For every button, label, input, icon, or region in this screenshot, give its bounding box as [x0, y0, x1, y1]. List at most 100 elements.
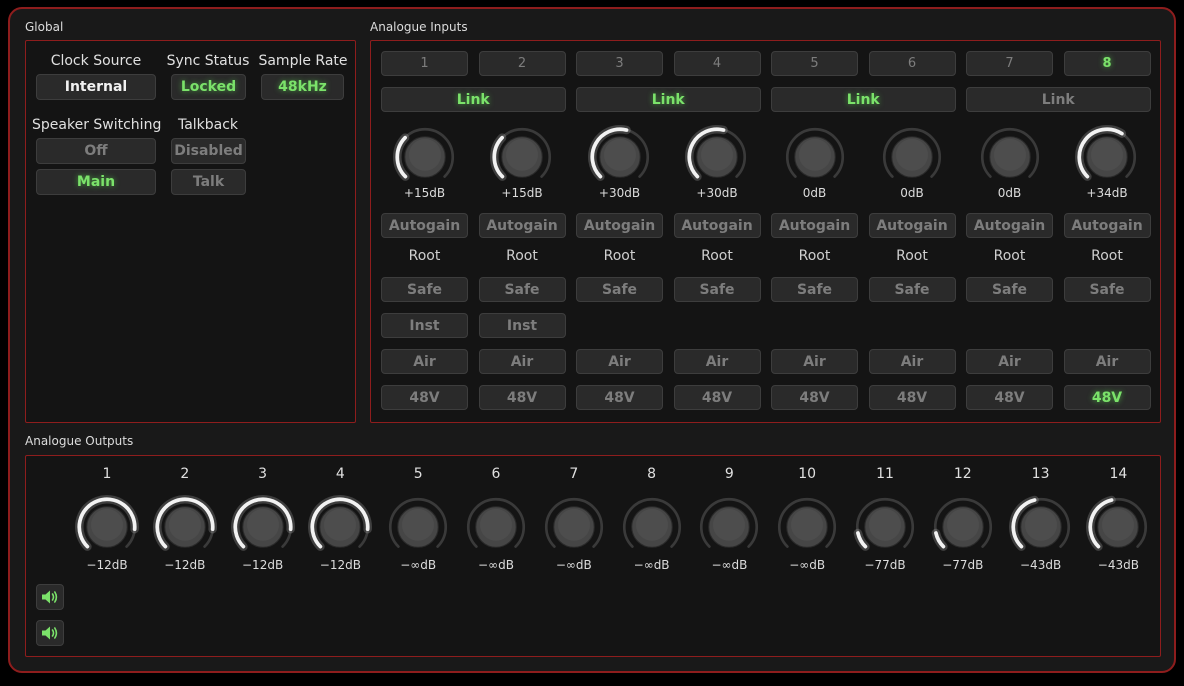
output-volume-knob-4[interactable] [308, 495, 373, 559]
safe-button[interactable]: Safe [381, 277, 468, 302]
link-channels-7-8-button[interactable]: Link [966, 87, 1151, 112]
output-volume-knob-5[interactable] [386, 495, 450, 559]
volume-knob-icon[interactable] [853, 495, 917, 559]
talkback-disabled-button[interactable]: Disabled [171, 138, 246, 164]
clock-source-button[interactable]: Internal [36, 74, 156, 100]
air-button[interactable]: Air [381, 349, 468, 374]
gain-knob-icon[interactable] [685, 125, 749, 189]
knob-highlight [896, 138, 928, 171]
gain-knob-icon[interactable] [880, 125, 944, 189]
speaker-mute-button-2[interactable] [36, 620, 64, 646]
output-volume-knob-10[interactable] [775, 495, 839, 559]
autogain-button[interactable]: Autogain [576, 213, 663, 238]
inst-button[interactable]: Inst [478, 313, 566, 338]
volume-knob-icon[interactable] [542, 495, 606, 559]
output-volume-knob-14[interactable] [1086, 495, 1150, 559]
gain-knob-icon[interactable] [587, 125, 652, 189]
output-volume-knob-13[interactable] [1008, 495, 1073, 559]
air-button[interactable]: Air [478, 349, 566, 374]
phantom-48v-button[interactable]: 48V [381, 385, 468, 410]
volume-knob-icon[interactable] [230, 495, 295, 559]
phantom-48v-button[interactable]: 48V [673, 385, 761, 410]
gain-knob-icon[interactable] [392, 125, 457, 189]
autogain-button[interactable]: Autogain [966, 213, 1053, 238]
volume-knob-icon[interactable] [1008, 495, 1073, 559]
talkback-talk-button[interactable]: Talk [171, 169, 246, 195]
input-gain-knob-7[interactable] [978, 125, 1042, 189]
output-volume-knob-7[interactable] [542, 495, 606, 559]
input-channel-4-select[interactable]: 4 [673, 51, 761, 76]
phantom-48v-button[interactable]: 48V [1063, 385, 1151, 410]
autogain-button[interactable]: Autogain [868, 213, 956, 238]
input-channel-5-select[interactable]: 5 [771, 51, 858, 76]
autogain-button[interactable]: Autogain [771, 213, 858, 238]
gain-knob-icon[interactable] [783, 125, 847, 189]
output-volume-knob-1[interactable] [75, 495, 139, 559]
volume-knob-icon[interactable] [931, 495, 995, 559]
volume-knob-icon[interactable] [775, 495, 839, 559]
gain-knob-icon[interactable] [1075, 125, 1139, 189]
output-volume-knob-2[interactable] [152, 495, 217, 559]
volume-knob-icon[interactable] [620, 495, 684, 559]
link-channels-1-2-button[interactable]: Link [381, 87, 566, 112]
safe-button[interactable]: Safe [868, 277, 956, 302]
input-gain-knob-4[interactable] [685, 125, 749, 189]
phantom-48v-button[interactable]: 48V [576, 385, 663, 410]
safe-button[interactable]: Safe [478, 277, 566, 302]
output-volume-value: −77dB [942, 558, 984, 572]
volume-knob-icon[interactable] [152, 495, 217, 559]
input-channel-6-select[interactable]: 6 [868, 51, 956, 76]
input-channel-7-select[interactable]: 7 [966, 51, 1053, 76]
input-gain-knob-8[interactable] [1075, 125, 1139, 189]
input-channel-2-select[interactable]: 2 [478, 51, 566, 76]
output-volume-knob-6[interactable] [464, 495, 528, 559]
input-channel-8-select[interactable]: 8 [1063, 51, 1151, 76]
autogain-button[interactable]: Autogain [478, 213, 566, 238]
safe-button[interactable]: Safe [771, 277, 858, 302]
output-volume-knob-12[interactable] [931, 495, 995, 559]
phantom-48v-button[interactable]: 48V [966, 385, 1053, 410]
air-button[interactable]: Air [966, 349, 1053, 374]
speaker-mute-button-1[interactable] [36, 584, 64, 610]
safe-button[interactable]: Safe [966, 277, 1053, 302]
output-volume-knob-3[interactable] [230, 495, 295, 559]
input-channel-1-select[interactable]: 1 [381, 51, 468, 76]
autogain-button[interactable]: Autogain [381, 213, 468, 238]
output-volume-knob-8[interactable] [620, 495, 684, 559]
air-button[interactable]: Air [868, 349, 956, 374]
safe-button[interactable]: Safe [576, 277, 663, 302]
volume-knob-icon[interactable] [1086, 495, 1150, 559]
speaker-main-button[interactable]: Main [36, 169, 156, 195]
gain-knob-icon[interactable] [978, 125, 1042, 189]
output-volume-knob-11[interactable] [853, 495, 917, 559]
air-button[interactable]: Air [771, 349, 858, 374]
input-channel-3-select[interactable]: 3 [576, 51, 663, 76]
phantom-48v-button[interactable]: 48V [868, 385, 956, 410]
link-channels-5-6-button[interactable]: Link [771, 87, 956, 112]
input-gain-knob-3[interactable] [587, 125, 652, 189]
volume-knob-icon[interactable] [308, 495, 373, 559]
volume-knob-icon[interactable] [697, 495, 761, 559]
volume-knob-icon[interactable] [75, 495, 139, 559]
input-gain-knob-5[interactable] [783, 125, 847, 189]
speaker-off-button[interactable]: Off [36, 138, 156, 164]
air-button[interactable]: Air [673, 349, 761, 374]
safe-button[interactable]: Safe [1063, 277, 1151, 302]
input-gain-knob-6[interactable] [880, 125, 944, 189]
phantom-48v-button[interactable]: 48V [478, 385, 566, 410]
volume-knob-icon[interactable] [386, 495, 450, 559]
autogain-button[interactable]: Autogain [1063, 213, 1151, 238]
input-gain-knob-2[interactable] [490, 125, 554, 189]
air-button[interactable]: Air [1063, 349, 1151, 374]
gain-knob-icon[interactable] [490, 125, 554, 189]
inst-button[interactable]: Inst [381, 313, 468, 338]
link-channels-3-4-button[interactable]: Link [576, 87, 761, 112]
air-button[interactable]: Air [576, 349, 663, 374]
phantom-48v-button[interactable]: 48V [771, 385, 858, 410]
input-gain-knob-1[interactable] [392, 125, 457, 189]
safe-button[interactable]: Safe [673, 277, 761, 302]
autogain-button[interactable]: Autogain [673, 213, 761, 238]
output-channel-label-2: 2 [180, 466, 190, 482]
output-volume-knob-9[interactable] [697, 495, 761, 559]
volume-knob-icon[interactable] [464, 495, 528, 559]
